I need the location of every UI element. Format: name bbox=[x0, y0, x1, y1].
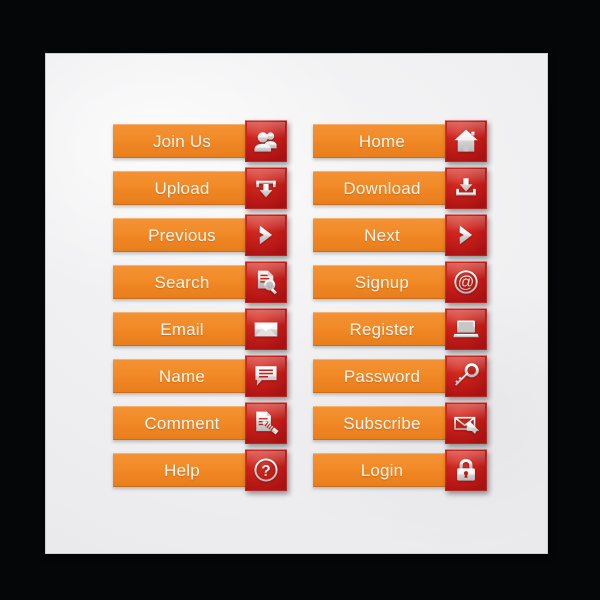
button-plate-join-us[interactable]: Join Us bbox=[113, 124, 253, 158]
button-label-subscribe: Subscribe bbox=[343, 413, 421, 433]
button-icon-tile-next[interactable] bbox=[445, 214, 487, 256]
upload-arrow-icon bbox=[253, 175, 279, 201]
button-label-next: Next bbox=[364, 225, 400, 245]
button-label-register: Register bbox=[349, 319, 415, 339]
button-icon-tile-help[interactable]: ? bbox=[245, 449, 287, 491]
button-icon-tile-name[interactable] bbox=[245, 355, 287, 397]
button-plate-name[interactable]: Name bbox=[113, 359, 253, 393]
button-subscribe[interactable]: Subscribe bbox=[313, 402, 489, 444]
svg-text:?: ? bbox=[261, 463, 270, 480]
button-label-signup: Signup bbox=[354, 272, 410, 292]
document-magnifier-icon bbox=[253, 269, 279, 295]
button-grid: Join Us Upload Previous Search Email Nam… bbox=[0, 0, 600, 600]
button-home[interactable]: Home bbox=[313, 120, 489, 162]
button-label-join-us: Join Us bbox=[152, 131, 212, 151]
button-label-name: Name bbox=[158, 366, 206, 386]
button-label-email: Email bbox=[160, 319, 204, 339]
button-previous[interactable]: Previous bbox=[113, 214, 289, 256]
button-label-search: Search bbox=[154, 272, 210, 292]
button-signup[interactable]: Signup @ bbox=[313, 261, 489, 303]
envelope-icon bbox=[253, 316, 279, 342]
question-mark-circle-icon: ? bbox=[253, 457, 279, 483]
button-plate-next[interactable]: Next bbox=[313, 218, 453, 252]
button-join-us[interactable]: Join Us bbox=[113, 120, 289, 162]
button-icon-tile-previous[interactable] bbox=[245, 214, 287, 256]
at-sign-icon: @ bbox=[453, 269, 479, 295]
button-help[interactable]: Help ? bbox=[113, 449, 289, 491]
button-upload[interactable]: Upload bbox=[113, 167, 289, 209]
button-icon-tile-home[interactable] bbox=[445, 120, 487, 162]
button-icon-tile-comment[interactable] bbox=[245, 402, 287, 444]
button-icon-tile-download[interactable] bbox=[445, 167, 487, 209]
document-pencil-icon bbox=[253, 410, 279, 436]
chevron-right-icon bbox=[253, 222, 279, 248]
button-download[interactable]: Download bbox=[313, 167, 489, 209]
button-label-previous: Previous bbox=[148, 225, 216, 245]
button-comment[interactable]: Comment bbox=[113, 402, 289, 444]
users-icon bbox=[253, 128, 279, 154]
button-label-download: Download bbox=[343, 178, 421, 198]
chevron-right-icon bbox=[453, 222, 479, 248]
button-label-login: Login bbox=[360, 460, 404, 480]
button-icon-tile-register[interactable] bbox=[445, 308, 487, 350]
button-icon-tile-search[interactable] bbox=[245, 261, 287, 303]
screenshot-root: Join Us Upload Previous Search Email Nam… bbox=[0, 0, 600, 600]
svg-text:@: @ bbox=[458, 274, 475, 292]
button-next[interactable]: Next bbox=[313, 214, 489, 256]
button-plate-password[interactable]: Password bbox=[313, 359, 453, 393]
download-arrow-icon bbox=[453, 175, 479, 201]
button-password[interactable]: Password bbox=[313, 355, 489, 397]
button-icon-tile-subscribe[interactable] bbox=[445, 402, 487, 444]
button-email[interactable]: Email bbox=[113, 308, 289, 350]
house-icon bbox=[453, 128, 479, 154]
button-plate-subscribe[interactable]: Subscribe bbox=[313, 406, 453, 440]
button-search[interactable]: Search bbox=[113, 261, 289, 303]
button-icon-tile-email[interactable] bbox=[245, 308, 287, 350]
button-plate-help[interactable]: Help bbox=[113, 453, 253, 487]
button-plate-signup[interactable]: Signup bbox=[313, 265, 453, 299]
button-icon-tile-upload[interactable] bbox=[245, 167, 287, 209]
button-plate-search[interactable]: Search bbox=[113, 265, 253, 299]
button-plate-download[interactable]: Download bbox=[313, 171, 453, 205]
button-name[interactable]: Name bbox=[113, 355, 289, 397]
button-plate-email[interactable]: Email bbox=[113, 312, 253, 346]
key-icon bbox=[453, 363, 479, 389]
button-icon-tile-login[interactable] bbox=[445, 449, 487, 491]
button-plate-login[interactable]: Login bbox=[313, 453, 453, 487]
padlock-icon bbox=[453, 457, 479, 483]
button-plate-comment[interactable]: Comment bbox=[113, 406, 253, 440]
button-plate-register[interactable]: Register bbox=[313, 312, 453, 346]
button-login[interactable]: Login bbox=[313, 449, 489, 491]
left-column: Join Us Upload Previous Search Email Nam… bbox=[113, 120, 289, 500]
button-label-upload: Upload bbox=[154, 178, 210, 198]
button-register[interactable]: Register bbox=[313, 308, 489, 350]
speech-bubble-icon bbox=[253, 363, 279, 389]
laptop-icon bbox=[453, 316, 479, 342]
right-column: Home Download Next Signup @ Register Pas… bbox=[313, 120, 489, 500]
button-label-password: Password bbox=[343, 366, 421, 386]
button-label-help: Help bbox=[164, 460, 200, 480]
envelope-cursor-icon bbox=[453, 410, 479, 436]
button-label-home: Home bbox=[358, 131, 406, 151]
button-icon-tile-join-us[interactable] bbox=[245, 120, 287, 162]
button-plate-previous[interactable]: Previous bbox=[113, 218, 253, 252]
button-plate-home[interactable]: Home bbox=[313, 124, 453, 158]
button-label-comment: Comment bbox=[144, 413, 220, 433]
button-icon-tile-password[interactable] bbox=[445, 355, 487, 397]
button-plate-upload[interactable]: Upload bbox=[113, 171, 253, 205]
button-icon-tile-signup[interactable]: @ bbox=[445, 261, 487, 303]
